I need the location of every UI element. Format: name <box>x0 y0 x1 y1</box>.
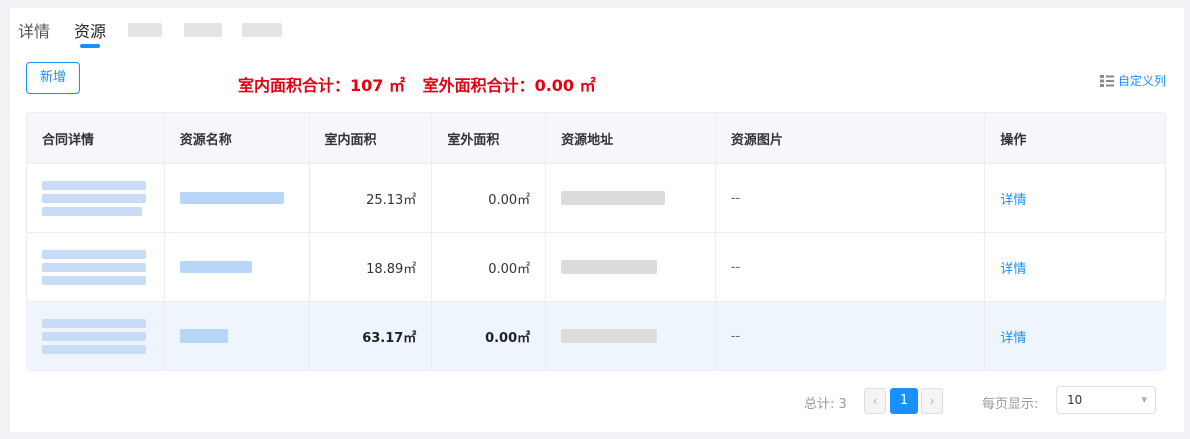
image-cell: -- <box>714 233 984 301</box>
outdoor-area-cell: 0.00㎡ <box>431 302 545 370</box>
details-link[interactable]: 详情 <box>1000 327 1026 346</box>
total-count: 总计: 3 <box>804 397 847 412</box>
redacted-resource-name[interactable] <box>179 192 284 204</box>
page-size-select[interactable]: 10 ▾ <box>1056 386 1156 414</box>
column-header-image[interactable]: 资源图片 <box>714 113 984 163</box>
redacted-address <box>561 329 658 343</box>
indoor-area-cell: 63.17㎡ <box>308 302 432 370</box>
indoor-area-cell: 25.13㎡ <box>308 164 432 232</box>
address-cell <box>545 302 715 370</box>
details-link[interactable]: 详情 <box>1000 189 1026 208</box>
action-cell: 详情 <box>984 233 1165 301</box>
contract-cell[interactable] <box>27 302 164 370</box>
next-page-button[interactable]: › <box>921 388 943 414</box>
chevron-down-icon: ▾ <box>1141 393 1147 406</box>
table-row: 25.13㎡ 0.00㎡ -- 详情 <box>27 163 1165 232</box>
add-button[interactable]: 新增 <box>26 62 80 94</box>
prev-page-button[interactable]: ‹ <box>864 388 886 414</box>
active-tab-indicator <box>80 44 100 48</box>
action-cell: 详情 <box>984 302 1165 370</box>
table-header-row: 合同详情 资源名称 室内面积 室外面积 资源地址 资源图片 操作 <box>27 113 1165 163</box>
custom-columns-button[interactable]: 自定义列 <box>1099 72 1166 89</box>
redacted-address <box>561 191 666 205</box>
column-header-outdoor-area[interactable]: 室外面积 <box>431 113 545 163</box>
resource-table: 合同详情 资源名称 室内面积 室外面积 资源地址 资源图片 操作 25.13㎡ … <box>26 112 1166 371</box>
resource-panel: 详情 资源 新增 室内面积合计：107 ㎡ 室外面积合计：0.00 ㎡ 自定义列… <box>10 8 1184 432</box>
page-size-label: 每页显示: <box>982 397 1039 412</box>
redacted-contract-text <box>42 249 146 285</box>
image-cell: -- <box>714 302 984 370</box>
redacted-resource-name[interactable] <box>179 329 228 343</box>
indoor-area-total: 室内面积合计：107 ㎡ <box>238 76 405 95</box>
list-settings-icon <box>1099 74 1114 87</box>
tab-redacted-2[interactable] <box>184 23 222 37</box>
redacted-contract-text <box>42 180 146 216</box>
contract-cell[interactable] <box>27 233 164 301</box>
indoor-area-cell: 18.89㎡ <box>308 233 432 301</box>
address-cell <box>545 164 715 232</box>
action-cell: 详情 <box>984 164 1165 232</box>
page-1-button[interactable]: 1 <box>890 388 918 414</box>
outdoor-area-cell: 0.00㎡ <box>431 233 545 301</box>
tab-resources[interactable]: 资源 <box>74 18 106 42</box>
table-row-hovered: 63.17㎡ 0.00㎡ -- 详情 <box>27 301 1165 370</box>
redacted-resource-name[interactable] <box>179 261 252 273</box>
address-cell <box>545 233 715 301</box>
redacted-address <box>561 260 658 274</box>
custom-columns-label: 自定义列 <box>1117 74 1166 88</box>
page-size-value: 10 <box>1067 393 1083 407</box>
contract-cell[interactable] <box>27 164 164 232</box>
details-link[interactable]: 详情 <box>1000 258 1026 277</box>
area-summary: 室内面积合计：107 ㎡ 室外面积合计：0.00 ㎡ <box>238 72 608 96</box>
column-header-actions[interactable]: 操作 <box>984 113 1165 163</box>
table-row: 18.89㎡ 0.00㎡ -- 详情 <box>27 232 1165 301</box>
resource-name-cell[interactable] <box>163 164 309 232</box>
image-cell: -- <box>714 164 984 232</box>
column-header-indoor-area[interactable]: 室内面积 <box>308 113 432 163</box>
column-header-address[interactable]: 资源地址 <box>545 113 715 163</box>
outdoor-area-cell: 0.00㎡ <box>431 164 545 232</box>
tab-details[interactable]: 详情 <box>18 18 50 42</box>
redacted-contract-text <box>42 318 146 354</box>
column-header-resource-name[interactable]: 资源名称 <box>163 113 309 163</box>
resource-name-cell[interactable] <box>163 302 309 370</box>
tab-redacted-3[interactable] <box>242 23 282 37</box>
resource-name-cell[interactable] <box>163 233 309 301</box>
column-header-contract[interactable]: 合同详情 <box>27 113 164 163</box>
outdoor-area-total: 室外面积合计：0.00 ㎡ <box>422 76 596 95</box>
tab-redacted-1[interactable] <box>128 23 162 37</box>
pagination: 总计: 3 ‹ 1 › 每页显示: 10 ▾ <box>10 386 1184 416</box>
